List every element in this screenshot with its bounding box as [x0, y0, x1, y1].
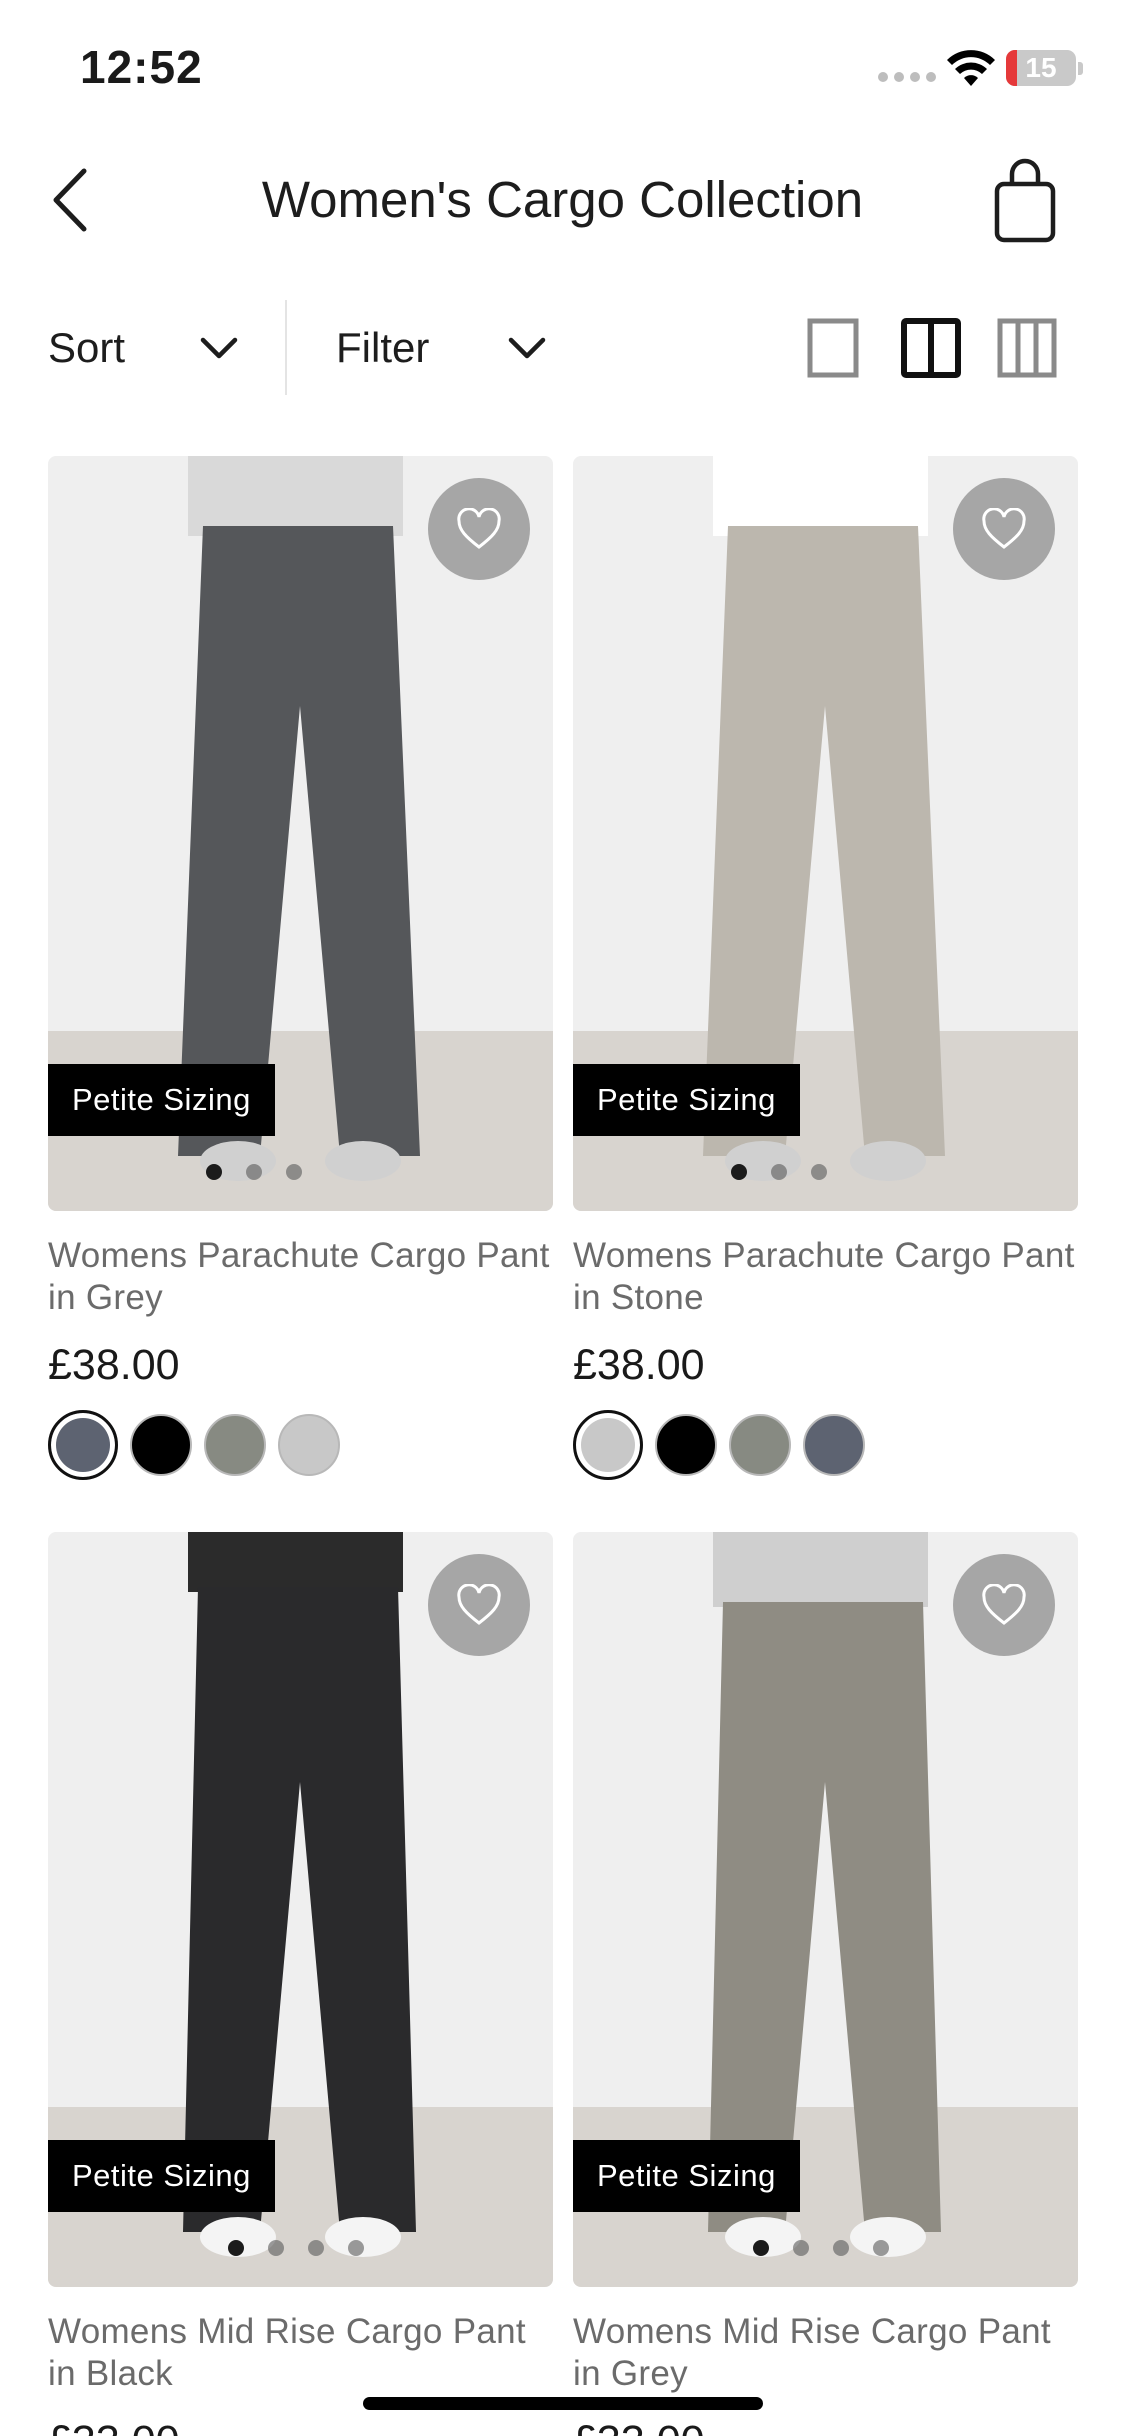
carousel-dot[interactable]: [833, 2240, 849, 2256]
product-name[interactable]: Womens Parachute Cargo Pant in Stone: [573, 1235, 1078, 1319]
carousel-dot[interactable]: [771, 1164, 787, 1180]
petite-sizing-badge: Petite Sizing: [573, 2140, 800, 2212]
heart-icon: [457, 1584, 501, 1625]
color-swatches: [573, 1410, 1078, 1480]
toolbar: Sort Filter: [0, 295, 1125, 400]
image-carousel-dots: [753, 2240, 889, 2256]
cellular-signal-icon: [878, 72, 936, 82]
product-name[interactable]: Womens Mid Rise Cargo Pant in Grey: [573, 2311, 1078, 2395]
product-image[interactable]: Petite Sizing: [573, 456, 1078, 1211]
petite-sizing-badge: Petite Sizing: [48, 1064, 275, 1136]
three-column-view-icon[interactable]: [996, 317, 1058, 379]
status-bar: 12:52 15: [0, 0, 1125, 135]
add-to-wishlist-button[interactable]: [428, 1554, 530, 1656]
color-swatch[interactable]: [655, 1414, 717, 1476]
product-name[interactable]: Womens Mid Rise Cargo Pant in Black: [48, 2311, 553, 2395]
carousel-dot[interactable]: [348, 2240, 364, 2256]
carousel-dot[interactable]: [246, 1164, 262, 1180]
sort-label: Sort: [48, 323, 126, 371]
image-carousel-dots: [206, 1164, 302, 1180]
color-swatch[interactable]: [130, 1414, 192, 1476]
color-swatch[interactable]: [573, 1410, 643, 1480]
heart-icon: [982, 1584, 1026, 1625]
image-carousel-dots: [228, 2240, 364, 2256]
color-swatch[interactable]: [803, 1414, 865, 1476]
chevron-down-icon: [508, 337, 546, 358]
wifi-icon: [947, 50, 995, 86]
carousel-dot[interactable]: [731, 1164, 747, 1180]
carousel-dot[interactable]: [308, 2240, 324, 2256]
product-price: £38.00: [573, 1341, 705, 1389]
toolbar-divider: [285, 300, 287, 395]
two-column-view-icon[interactable]: [900, 317, 962, 379]
petite-sizing-badge: Petite Sizing: [48, 2140, 275, 2212]
heart-icon: [982, 508, 1026, 549]
heart-icon: [457, 508, 501, 549]
product-price: £38.00: [48, 1341, 180, 1389]
color-swatch[interactable]: [729, 1414, 791, 1476]
add-to-wishlist-button[interactable]: [953, 1554, 1055, 1656]
status-time: 12:52: [80, 41, 203, 93]
product-image[interactable]: Petite Sizing: [48, 1532, 553, 2287]
color-swatch[interactable]: [204, 1414, 266, 1476]
shopping-bag-icon: [994, 158, 1056, 243]
carousel-dot[interactable]: [268, 2240, 284, 2256]
product-name[interactable]: Womens Parachute Cargo Pant in Grey: [48, 1235, 553, 1319]
petite-sizing-badge: Petite Sizing: [573, 1064, 800, 1136]
battery-icon: 15: [1006, 50, 1076, 86]
product-image[interactable]: Petite Sizing: [48, 456, 553, 1211]
add-to-wishlist-button[interactable]: [953, 478, 1055, 580]
product-price: £33.00: [48, 2417, 553, 2436]
back-button[interactable]: [40, 165, 100, 235]
product-image[interactable]: Petite Sizing: [573, 1532, 1078, 2287]
chevron-down-icon: [200, 337, 238, 358]
product-price: £33.00: [573, 2417, 1078, 2436]
product-card[interactable]: Petite Sizing Womens Mid Rise Cargo Pant…: [573, 1532, 1078, 2436]
battery-tip: [1078, 62, 1083, 75]
carousel-dot[interactable]: [793, 2240, 809, 2256]
nav-bar: Women's Cargo Collection: [0, 140, 1125, 260]
product-card[interactable]: Petite Sizing Womens Parachute Cargo Pan…: [573, 456, 1078, 1480]
filter-label: Filter: [336, 323, 430, 371]
carousel-dot[interactable]: [286, 1164, 302, 1180]
color-swatch[interactable]: [48, 1410, 118, 1480]
product-card[interactable]: Petite Sizing Womens Mid Rise Cargo Pant…: [48, 1532, 553, 2436]
image-carousel-dots: [731, 1164, 827, 1180]
sort-dropdown[interactable]: Sort: [48, 295, 238, 400]
carousel-dot[interactable]: [811, 1164, 827, 1180]
battery-level: 15: [1025, 52, 1057, 83]
page-title: Women's Cargo Collection: [261, 171, 864, 228]
carousel-dot[interactable]: [873, 2240, 889, 2256]
carousel-dot[interactable]: [228, 2240, 244, 2256]
chevron-left-icon: [53, 168, 87, 232]
shopping-bag-button[interactable]: [985, 158, 1065, 248]
product-card[interactable]: Petite Sizing Womens Parachute Cargo Pan…: [48, 456, 553, 1480]
color-swatch[interactable]: [278, 1414, 340, 1476]
home-indicator: [363, 2397, 763, 2410]
filter-dropdown[interactable]: Filter: [336, 295, 546, 400]
add-to-wishlist-button[interactable]: [428, 478, 530, 580]
carousel-dot[interactable]: [206, 1164, 222, 1180]
color-swatches: [48, 1410, 553, 1480]
carousel-dot[interactable]: [753, 2240, 769, 2256]
single-column-view-icon[interactable]: [806, 317, 868, 379]
